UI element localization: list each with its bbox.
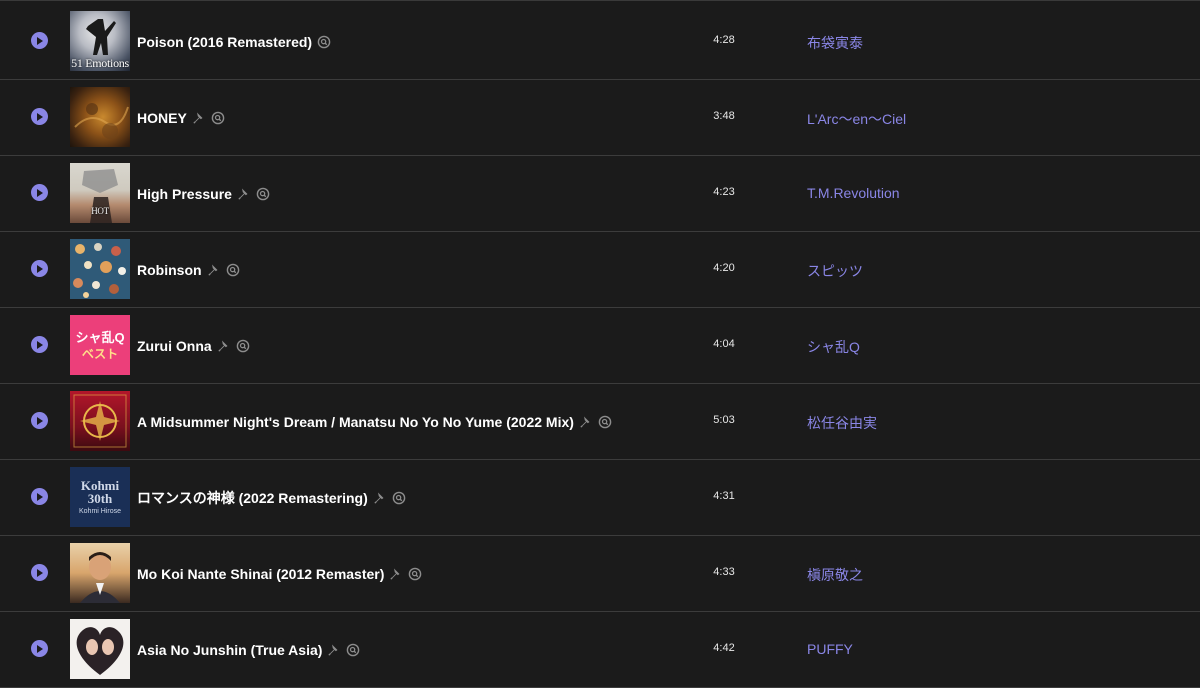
track-row[interactable]: Kohmi 30th Kohmi Hirose ロマンスの神様 (2022 Re…	[0, 460, 1200, 536]
track-artist-link[interactable]: T.M.Revolution	[807, 185, 900, 201]
search-icon[interactable]	[598, 415, 612, 429]
album-art-subtext: ベスト	[81, 346, 119, 361]
album-art[interactable]	[70, 87, 130, 147]
album-art-text-block: Kohmi 30th Kohmi Hirose	[70, 467, 130, 527]
track-artist-link[interactable]: 松任谷由実	[807, 413, 877, 433]
track-row[interactable]: Asia No Junshin (True Asia) 4:42 PUFFY	[0, 612, 1200, 688]
track-duration: 4:04	[713, 338, 735, 350]
track-artist-link[interactable]: 槇原敬之	[807, 565, 863, 585]
album-art[interactable]	[70, 239, 130, 299]
album-art[interactable]: シャ乱Q ベスト	[70, 315, 130, 375]
pushpin-icon[interactable]	[389, 567, 403, 581]
album-art-subtext: Kohmi Hirose	[78, 508, 121, 515]
track-title-group: HONEY	[137, 107, 225, 129]
track-title-group: Mo Koi Nante Shinai (2012 Remaster)	[137, 563, 422, 585]
track-duration: 4:20	[713, 262, 735, 274]
search-icon[interactable]	[236, 339, 250, 353]
album-art[interactable]	[70, 619, 130, 679]
track-title[interactable]: Poison (2016 Remastered)	[137, 34, 312, 50]
track-row[interactable]: シャ乱Q ベスト Zurui Onna 4:04 シャ乱Q	[0, 308, 1200, 384]
play-icon[interactable]	[31, 640, 48, 657]
search-icon[interactable]	[226, 263, 240, 277]
track-title-group: A Midsummer Night's Dream / Manatsu No Y…	[137, 411, 612, 433]
search-icon[interactable]	[211, 111, 225, 125]
track-row[interactable]: A Midsummer Night's Dream / Manatsu No Y…	[0, 384, 1200, 460]
search-icon[interactable]	[408, 567, 422, 581]
track-title-group: Zurui Onna	[137, 335, 250, 357]
track-duration: 4:31	[713, 490, 735, 502]
track-duration: 4:28	[713, 34, 735, 46]
play-icon[interactable]	[31, 564, 48, 581]
track-title[interactable]: A Midsummer Night's Dream / Manatsu No Y…	[137, 414, 574, 430]
pushpin-icon[interactable]	[373, 491, 387, 505]
pushpin-icon[interactable]	[327, 643, 341, 657]
play-icon[interactable]	[31, 336, 48, 353]
track-title-group: High Pressure	[137, 183, 270, 205]
play-icon[interactable]	[31, 32, 48, 49]
track-title[interactable]: High Pressure	[137, 186, 232, 202]
track-title-group: Poison (2016 Remastered)	[137, 31, 331, 53]
track-duration: 3:48	[713, 110, 735, 122]
track-title[interactable]: Zurui Onna	[137, 338, 212, 354]
album-art-text: シャ乱Q	[75, 329, 125, 345]
track-artist-link[interactable]: シャ乱Q	[807, 337, 860, 357]
album-art[interactable]	[70, 391, 130, 451]
album-art[interactable]	[70, 543, 130, 603]
play-icon[interactable]	[31, 184, 48, 201]
album-art[interactable]: 51 Emotions	[70, 11, 130, 71]
album-art-text-block: シャ乱Q ベスト	[70, 315, 130, 375]
track-title-group: Asia No Junshin (True Asia)	[137, 639, 360, 661]
pushpin-icon[interactable]	[217, 339, 231, 353]
pushpin-icon[interactable]	[579, 415, 593, 429]
search-icon[interactable]	[346, 643, 360, 657]
track-title[interactable]: ロマンスの神様 (2022 Remastering)	[137, 488, 368, 508]
track-row[interactable]: Robinson 4:20 スピッツ	[0, 232, 1200, 308]
track-artist-link[interactable]: L'Arc〜en〜Ciel	[807, 109, 906, 129]
track-duration: 4:23	[713, 186, 735, 198]
track-title[interactable]: Robinson	[137, 262, 202, 278]
album-art-text: 51 Emotions	[71, 56, 129, 70]
track-title[interactable]: HONEY	[137, 110, 187, 126]
album-art[interactable]: Kohmi 30th Kohmi Hirose	[70, 467, 130, 527]
play-icon[interactable]	[31, 488, 48, 505]
track-row[interactable]: Mo Koi Nante Shinai (2012 Remaster) 4:33…	[0, 536, 1200, 612]
search-icon[interactable]	[392, 491, 406, 505]
track-title[interactable]: Mo Koi Nante Shinai (2012 Remaster)	[137, 566, 384, 582]
search-icon[interactable]	[317, 35, 331, 49]
album-art[interactable]: HOT	[70, 163, 130, 223]
play-icon[interactable]	[31, 412, 48, 429]
pushpin-icon[interactable]	[192, 111, 206, 125]
album-art-text: HOT	[91, 206, 109, 216]
play-icon[interactable]	[31, 108, 48, 125]
album-art-text: Kohmi 30th	[80, 478, 120, 506]
track-row[interactable]: HONEY 3:48 L'Arc〜en〜Ciel	[0, 80, 1200, 156]
track-title-group: ロマンスの神様 (2022 Remastering)	[137, 487, 406, 509]
track-row[interactable]: 51 Emotions Poison (2016 Remastered) 4:2…	[0, 4, 1200, 80]
track-duration: 5:03	[713, 414, 735, 426]
track-duration: 4:42	[713, 642, 735, 654]
track-duration: 4:33	[713, 566, 735, 578]
search-icon[interactable]	[256, 187, 270, 201]
track-artist-link[interactable]: PUFFY	[807, 641, 853, 657]
track-title[interactable]: Asia No Junshin (True Asia)	[137, 642, 322, 658]
play-icon[interactable]	[31, 260, 48, 277]
pushpin-icon[interactable]	[237, 187, 251, 201]
track-artist-link[interactable]: スピッツ	[807, 261, 863, 281]
track-row[interactable]: HOT High Pressure 4:23 T.M.Revolution	[0, 156, 1200, 232]
track-title-group: Robinson	[137, 259, 240, 281]
track-artist-link[interactable]: 布袋寅泰	[807, 33, 863, 53]
pushpin-icon[interactable]	[207, 263, 221, 277]
track-list: 51 Emotions Poison (2016 Remastered) 4:2…	[0, 0, 1200, 688]
